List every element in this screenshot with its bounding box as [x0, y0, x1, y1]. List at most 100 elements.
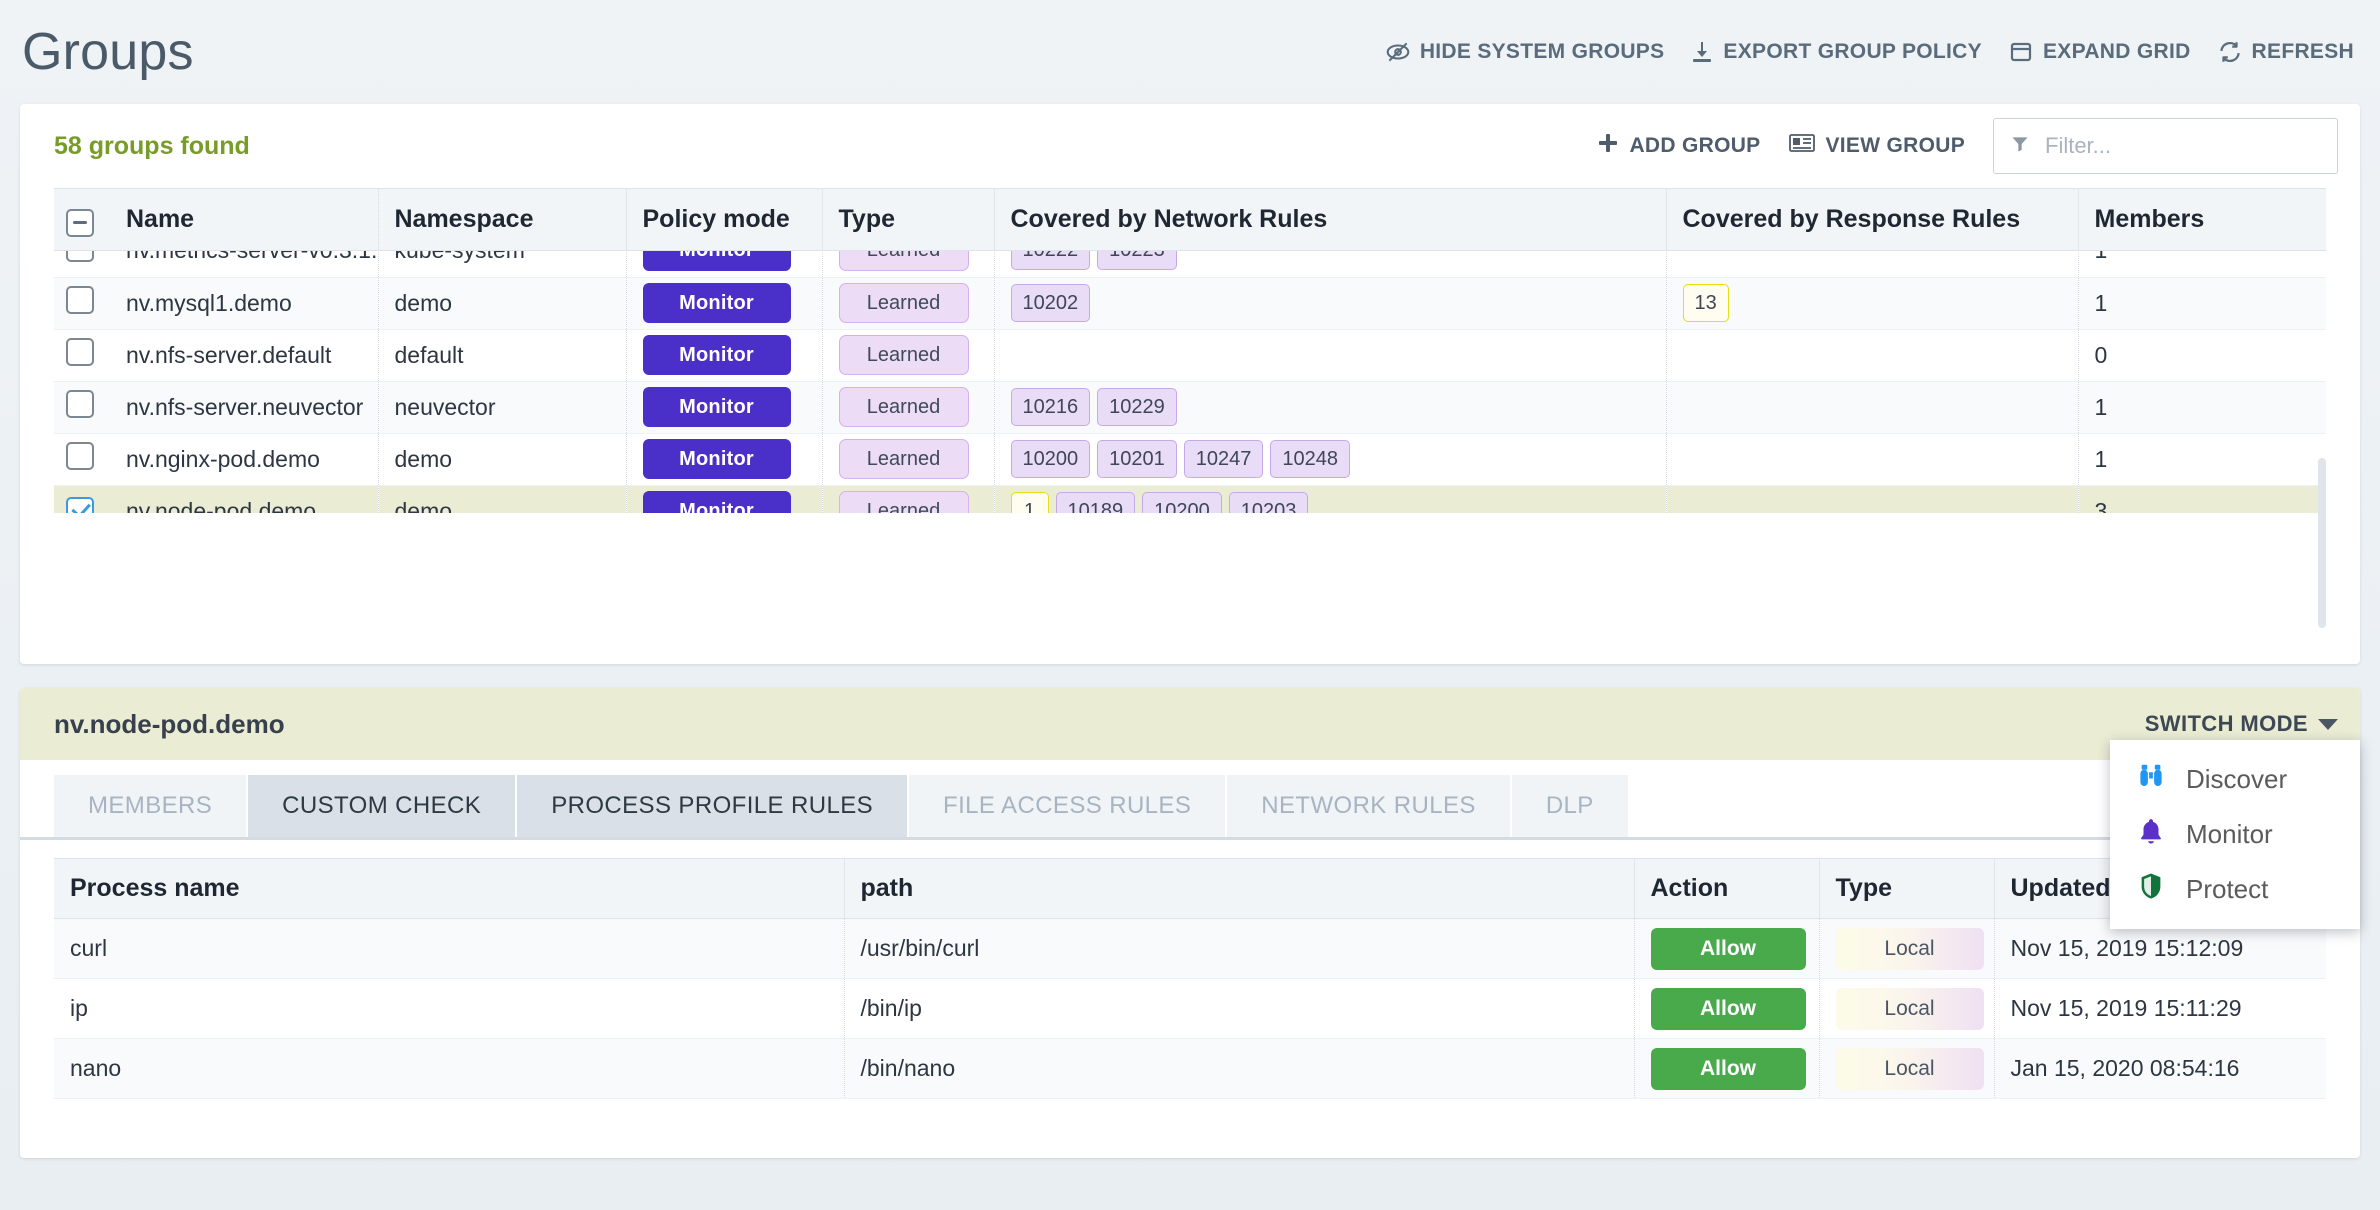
network-rule-badge[interactable]: 10229: [1097, 388, 1177, 426]
tab-members[interactable]: MEMBERS: [54, 775, 248, 837]
col-path[interactable]: path: [844, 859, 1634, 919]
table-row[interactable]: curl/usr/bin/curlAllowLocalNov 15, 2019 …: [54, 919, 2326, 979]
network-rule-badge[interactable]: 10203: [1229, 492, 1309, 513]
policy-mode-badge[interactable]: Monitor: [643, 335, 791, 375]
row-checkbox[interactable]: [66, 442, 94, 470]
col-type[interactable]: Type: [1819, 859, 1994, 919]
network-rule-badge[interactable]: 10201: [1097, 440, 1177, 478]
row-select-cell[interactable]: [54, 277, 110, 329]
tab-dlp[interactable]: DLP: [1512, 775, 1630, 837]
table-row[interactable]: nv.mysql1.demodemoMonitorLearned10202131: [54, 277, 2326, 329]
col-process-name[interactable]: Process name: [54, 859, 844, 919]
type-badge: Learned: [839, 283, 969, 323]
chevron-down-icon: [2318, 719, 2338, 730]
col-network-rules[interactable]: Covered by Network Rules: [994, 189, 1666, 251]
hide-system-groups-button[interactable]: HIDE SYSTEM GROUPS: [1385, 39, 1665, 65]
cell-policy-mode[interactable]: Monitor: [626, 485, 822, 513]
table-row[interactable]: nv.node-pod.demodemoMonitorLearned110189…: [54, 485, 2326, 513]
tab-file-access-rules[interactable]: FILE ACCESS RULES: [909, 775, 1227, 837]
add-group-button[interactable]: ADD GROUP: [1596, 131, 1760, 161]
network-rule-badge[interactable]: 10216: [1011, 388, 1091, 426]
row-select-cell[interactable]: [54, 485, 110, 513]
col-type[interactable]: Type: [822, 189, 994, 251]
cell-policy-mode[interactable]: Monitor: [626, 381, 822, 433]
row-checkbox[interactable]: [66, 286, 94, 314]
tab-process-profile-rules[interactable]: PROCESS PROFILE RULES: [517, 775, 909, 837]
network-rule-badge[interactable]: 10189: [1056, 492, 1136, 513]
col-action[interactable]: Action: [1634, 859, 1819, 919]
row-select-cell[interactable]: [54, 329, 110, 381]
table-row[interactable]: nv.nginx-pod.demodemoMonitorLearned10200…: [54, 433, 2326, 485]
mode-item-monitor[interactable]: Monitor: [2110, 807, 2360, 862]
action-badge[interactable]: Allow: [1651, 988, 1806, 1030]
table-row[interactable]: nv.nfs-server.neuvectorneuvectorMonitorL…: [54, 381, 2326, 433]
refresh-button[interactable]: REFRESH: [2217, 39, 2354, 65]
policy-mode-badge[interactable]: Monitor: [643, 387, 791, 427]
row-checkbox[interactable]: [66, 390, 94, 418]
cell-process-name: ip: [54, 979, 844, 1039]
cell-path: /usr/bin/curl: [844, 919, 1634, 979]
table-row[interactable]: nv.nfs-server.defaultdefaultMonitorLearn…: [54, 329, 2326, 381]
col-response-rules[interactable]: Covered by Response Rules: [1666, 189, 2078, 251]
policy-mode-badge[interactable]: Monitor: [643, 491, 791, 513]
network-rule-badge[interactable]: 1: [1011, 492, 1049, 513]
mode-item-discover[interactable]: Discover: [2110, 752, 2360, 807]
cell-policy-mode[interactable]: Monitor: [626, 251, 822, 277]
type-badge: Learned: [839, 491, 969, 513]
cell-type: Learned: [822, 329, 994, 381]
groups-table-body: nv.metrics-server-v0.3.1.kkube-systemMon…: [54, 251, 2326, 513]
table-row[interactable]: ip/bin/ipAllowLocalNov 15, 2019 15:11:29: [54, 979, 2326, 1039]
table-row[interactable]: nano/bin/nanoAllowLocalJan 15, 2020 08:5…: [54, 1039, 2326, 1099]
network-rule-badge[interactable]: 10200: [1011, 440, 1091, 478]
network-rule-badge[interactable]: 10200: [1142, 492, 1222, 513]
col-name[interactable]: Name: [110, 189, 378, 251]
network-rule-badge[interactable]: 10223: [1097, 251, 1177, 270]
action-badge[interactable]: Allow: [1651, 928, 1806, 970]
row-select-cell[interactable]: [54, 381, 110, 433]
switch-mode-button[interactable]: SWITCH MODE: [2145, 711, 2338, 737]
network-rule-badge[interactable]: 10247: [1184, 440, 1264, 478]
view-group-button[interactable]: VIEW GROUP: [1788, 131, 1965, 161]
cell-policy-mode[interactable]: Monitor: [626, 277, 822, 329]
col-policy-mode[interactable]: Policy mode: [626, 189, 822, 251]
cell-action[interactable]: Allow: [1634, 919, 1819, 979]
page-title: Groups: [22, 26, 194, 78]
policy-mode-badge[interactable]: Monitor: [643, 251, 791, 271]
switch-mode-menu[interactable]: Discover Monitor Protect: [2110, 740, 2360, 929]
row-checkbox[interactable]: [66, 338, 94, 366]
select-all-checkbox[interactable]: [66, 209, 94, 237]
cell-namespace: demo: [378, 433, 626, 485]
filter-box[interactable]: [1993, 118, 2338, 174]
row-select-cell[interactable]: [54, 251, 110, 277]
export-group-policy-button[interactable]: EXPORT GROUP POLICY: [1690, 39, 1982, 65]
network-rule-badge[interactable]: 10248: [1270, 440, 1350, 478]
policy-mode-badge[interactable]: Monitor: [643, 439, 791, 479]
cell-policy-mode[interactable]: Monitor: [626, 433, 822, 485]
network-rule-badge[interactable]: 10222: [1011, 251, 1091, 270]
response-rule-badge[interactable]: 13: [1683, 284, 1729, 322]
cell-network-rules: 1 10189 10200 10203: [994, 485, 1666, 513]
row-checkbox[interactable]: [66, 497, 94, 513]
cell-action[interactable]: Allow: [1634, 979, 1819, 1039]
row-select-cell[interactable]: [54, 433, 110, 485]
table-row[interactable]: nv.metrics-server-v0.3.1.kkube-systemMon…: [54, 251, 2326, 277]
row-checkbox[interactable]: [66, 251, 94, 262]
policy-mode-badge[interactable]: Monitor: [643, 283, 791, 323]
cell-updated-at: Nov 15, 2019 15:11:29: [1994, 979, 2326, 1039]
cell-namespace: kube-system: [378, 251, 626, 277]
col-members[interactable]: Members: [2078, 189, 2326, 251]
mode-item-protect[interactable]: Protect: [2110, 862, 2360, 917]
tab-network-rules[interactable]: NETWORK RULES: [1227, 775, 1512, 837]
groups-grid-scroll[interactable]: nv.metrics-server-v0.3.1.kkube-systemMon…: [54, 251, 2326, 513]
add-group-label: ADD GROUP: [1629, 134, 1760, 158]
cell-type: Learned: [822, 277, 994, 329]
network-rule-badge[interactable]: 10202: [1011, 284, 1091, 322]
tab-custom-check[interactable]: CUSTOM CHECK: [248, 775, 517, 837]
cell-action[interactable]: Allow: [1634, 1039, 1819, 1099]
expand-grid-button[interactable]: EXPAND GRID: [2008, 40, 2191, 64]
cell-policy-mode[interactable]: Monitor: [626, 329, 822, 381]
action-badge[interactable]: Allow: [1651, 1048, 1806, 1090]
groups-grid-scrollbar[interactable]: [2318, 458, 2326, 628]
col-namespace[interactable]: Namespace: [378, 189, 626, 251]
filter-input[interactable]: [2043, 132, 2335, 160]
